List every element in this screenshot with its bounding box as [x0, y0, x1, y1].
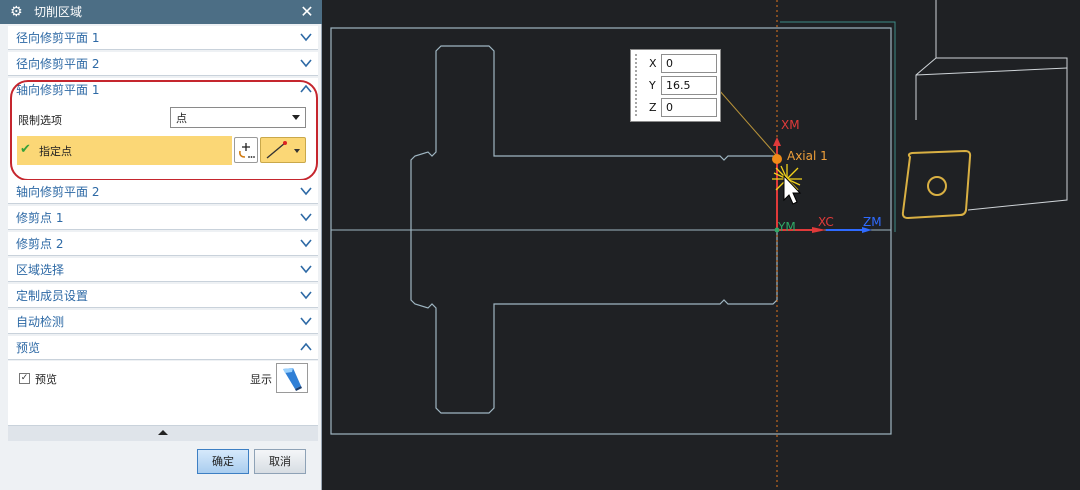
z-coordinate-input[interactable]: 0 [661, 98, 717, 117]
flashlight-icon [283, 368, 302, 391]
section-trim-point-1[interactable]: 修剪点 1 [8, 206, 318, 230]
axial-point-label: Axial 1 [787, 149, 828, 163]
xc-axis-label: XC [818, 215, 834, 229]
section-label: 径向修剪平面 1 [16, 31, 100, 45]
chevron-down-icon[interactable] [298, 55, 314, 71]
preview-checkbox-label: 预览 [35, 373, 57, 386]
zm-axis-label: ZM [863, 215, 882, 229]
chevron-down-icon[interactable] [298, 287, 314, 303]
section-radial-trim-plane-1[interactable]: 径向修剪平面 1 [8, 26, 318, 50]
chevron-down-icon[interactable] [298, 209, 314, 225]
gear-icon[interactable]: ⚙ [10, 3, 23, 21]
section-label: 修剪点 1 [16, 211, 64, 225]
chevron-down-icon[interactable] [298, 235, 314, 251]
section-radial-trim-plane-2[interactable]: 径向修剪平面 2 [8, 52, 318, 76]
z-label: Z [649, 101, 657, 114]
section-label: 自动检测 [16, 315, 65, 329]
x-label: X [649, 57, 657, 70]
section-auto-detect[interactable]: 自动检测 [8, 310, 318, 334]
close-icon[interactable]: ✕ [296, 1, 318, 23]
chevron-down-icon[interactable] [298, 29, 314, 45]
section-label: 定制成员设置 [16, 289, 89, 303]
chevron-down-icon[interactable] [298, 183, 314, 199]
preview-panel: ✓ 预览 显示 [8, 361, 318, 425]
show-label: 显示 [250, 373, 272, 386]
x-coordinate-input[interactable]: 0 [661, 54, 717, 73]
y-label: Y [649, 79, 656, 92]
section-label: 轴向修剪平面 2 [16, 185, 100, 199]
dialog-title: 切削区域 [34, 5, 83, 19]
preview-checkbox[interactable]: ✓ [19, 373, 30, 384]
section-label: 区域选择 [16, 263, 65, 277]
xm-axis-label: XM [781, 118, 800, 132]
annotation-highlight-loop [10, 80, 318, 181]
section-region-select[interactable]: 区域选择 [8, 258, 318, 282]
show-preview-button[interactable] [276, 363, 308, 393]
coordinate-entry-box: X 0 Y 16.5 Z 0 [630, 49, 721, 122]
section-label: 修剪点 2 [16, 237, 64, 251]
chevron-down-icon[interactable] [298, 261, 314, 277]
dialog-titlebar[interactable]: ⚙ 切削区域 ✕ [0, 0, 322, 24]
cut-region-dialog: ⚙ 切削区域 ✕ 径向修剪平面 1 径向修剪平面 2 轴向修剪平面 1 限制选项… [0, 0, 322, 490]
collapse-dialog-toggle[interactable] [8, 425, 318, 441]
ym-axis-label: YM [778, 220, 796, 234]
section-label: 径向修剪平面 2 [16, 57, 100, 71]
cancel-button[interactable]: 取消 [254, 449, 306, 474]
section-trim-point-2[interactable]: 修剪点 2 [8, 232, 318, 256]
chevron-up-icon[interactable] [298, 339, 314, 355]
y-coordinate-input[interactable]: 16.5 [661, 76, 717, 95]
section-preview[interactable]: 预览 [8, 336, 318, 360]
ok-button[interactable]: 确定 [197, 449, 249, 474]
chevron-down-icon[interactable] [298, 313, 314, 329]
section-custom-member-settings[interactable]: 定制成员设置 [8, 284, 318, 308]
drag-grip[interactable] [634, 53, 639, 117]
collapse-arrow-icon [158, 430, 168, 435]
section-label: 预览 [16, 341, 41, 355]
section-axial-trim-plane-2[interactable]: 轴向修剪平面 2 [8, 180, 318, 204]
